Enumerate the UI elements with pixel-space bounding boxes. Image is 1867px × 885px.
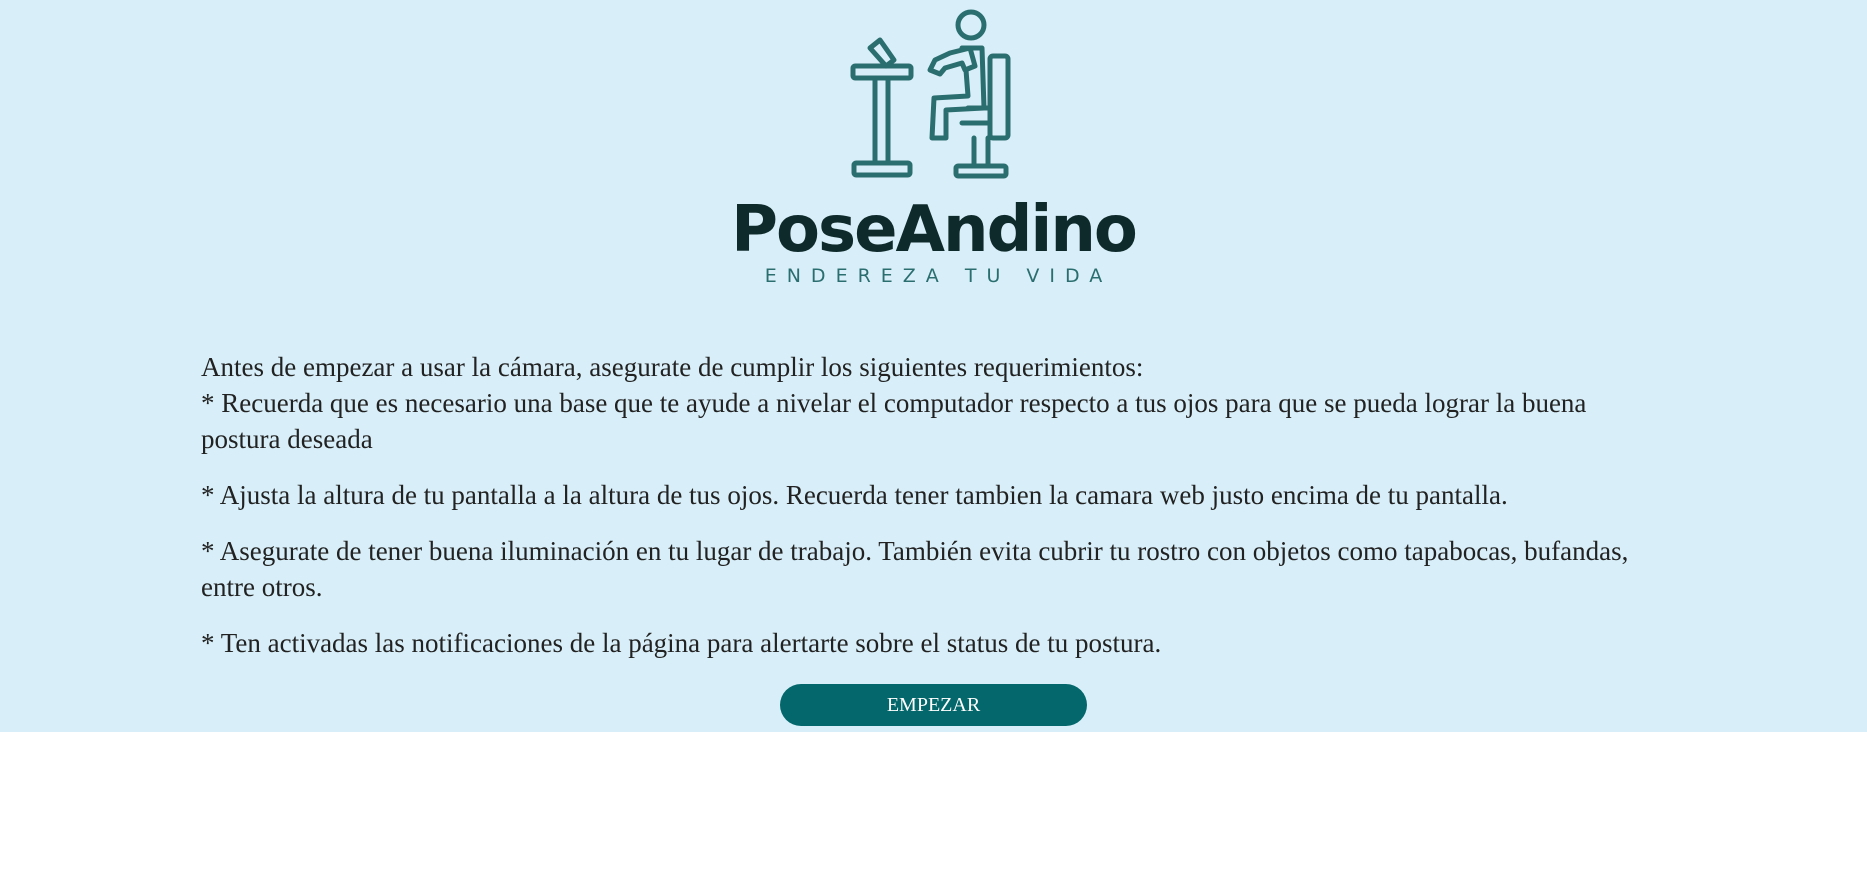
brand-name: PoseAndino <box>731 193 1138 267</box>
requirement-item: * Ten activadas las notificaciones de la… <box>201 628 1162 658</box>
requirements-text: Antes de empezar a usar la cámara, asegu… <box>201 349 1671 681</box>
requirements-intro-block: Antes de empezar a usar la cámara, asegu… <box>201 349 1671 457</box>
requirement-item: * Ajusta la altura de tu pantalla a la a… <box>201 480 1508 510</box>
requirement-item: * Recuerda que es necesario una base que… <box>201 388 1587 454</box>
requirement-item: * Asegurate de tener buena iluminación e… <box>201 536 1629 602</box>
desk-worker-icon <box>850 9 1011 179</box>
brand-tagline: ENDEREZA TU VIDA <box>764 265 1113 287</box>
welcome-panel: PoseAndino ENDEREZA TU VIDA Antes de emp… <box>0 0 1867 732</box>
requirements-intro: Antes de empezar a usar la cámara, asegu… <box>201 352 1144 382</box>
logo: PoseAndino ENDEREZA TU VIDA <box>700 0 1167 300</box>
start-button[interactable]: EMPEZAR <box>780 684 1087 726</box>
